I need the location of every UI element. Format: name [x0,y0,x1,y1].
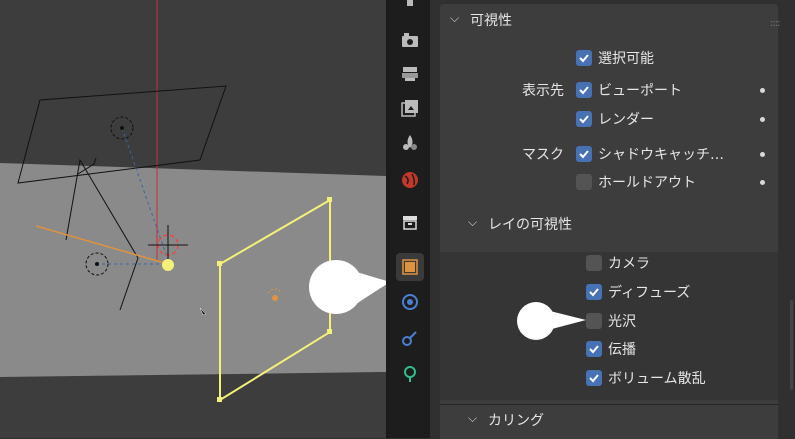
camera-label: カメラ [608,256,650,272]
panel-title: 可視性 [470,13,512,29]
chevron-down-icon: ⌵ [450,11,460,25]
viewport-label: ビューポート [598,83,682,99]
volume-scatter-checkbox[interactable] [586,370,602,386]
shadow-catcher-checkbox[interactable] [576,146,592,162]
ray-glossy-row[interactable]: 光沢 [586,311,636,331]
properties-editor: ⌵ 可視性 :::: 選択可能 表示先 ビューポート レンダー マスク シャドウ… [430,0,795,439]
view-layer-tab[interactable] [396,94,424,122]
transmission-label: 伝播 [608,342,636,358]
constraints-icon [404,366,416,382]
view-layer-icon [401,100,418,117]
camera-checkbox[interactable] [586,255,602,271]
chevron-down-icon: ⌵ [468,411,478,425]
ray-volume-scatter-row[interactable]: ボリューム散乱 [586,368,706,388]
3d-viewport[interactable] [0,0,386,438]
scene-icon [403,135,417,150]
holdout-checkbox[interactable] [576,174,592,190]
modifier-tab[interactable] [396,288,424,316]
render-checkbox[interactable] [576,111,592,127]
object-tab[interactable] [396,253,424,281]
visibility-panel-header[interactable]: ⌵ 可視性 :::: [440,4,781,34]
viewport-scene [0,0,386,438]
render-tab[interactable] [396,26,424,54]
selectable-label: 選択可能 [598,51,654,67]
viewport-checkbox-row[interactable]: ビューポート [576,80,682,100]
ray-diffuse-row[interactable]: ディフューズ [586,282,690,302]
keyframe-dot-icon[interactable] [760,88,765,93]
render-icon [402,33,418,47]
physics-tab[interactable] [396,324,424,352]
world-icon [402,172,418,188]
drag-handle-icon[interactable]: :::: [770,18,781,29]
scene-tab[interactable] [396,128,424,156]
shadow-catcher-label: シャドウキャッチ… [598,147,724,163]
culling-panel-header[interactable]: ⌵ カリング [440,404,778,439]
ray-visibility-header[interactable]: ⌵ レイの可視性 [440,210,778,240]
collection-icon [403,216,417,230]
render-label: レンダー [598,112,654,128]
output-tab[interactable] [396,60,424,88]
scrollbar[interactable] [790,300,793,390]
object-icon [402,259,418,275]
ray-transmission-row[interactable]: 伝播 [586,339,636,359]
tool-tab[interactable] [396,0,424,16]
collection-tab[interactable] [396,208,424,236]
callout-marker [517,302,586,340]
show-in-label: 表示先 [522,83,564,99]
keyframe-dot-icon[interactable] [760,117,765,122]
physics-icon [402,331,417,346]
output-icon [402,67,418,81]
holdout-checkbox-row[interactable]: ホールドアウト [576,172,696,192]
subpanel-title: レイの可視性 [488,217,572,233]
constraints-tab[interactable] [396,360,424,388]
keyframe-dot-icon[interactable] [760,180,765,185]
viewport-checkbox[interactable] [576,82,592,98]
ray-camera-row[interactable]: カメラ [586,253,650,273]
selectable-checkbox[interactable] [576,50,592,66]
mask-label: マスク [522,147,564,163]
modifier-icon [402,294,418,310]
volume-scatter-label: ボリューム散乱 [608,371,706,387]
culling-title: カリング [488,413,544,429]
diffuse-label: ディフューズ [608,285,691,301]
properties-tabs [390,0,430,438]
world-tab[interactable] [396,166,424,194]
render-checkbox-row[interactable]: レンダー [576,109,654,129]
chevron-down-icon: ⌵ [468,215,478,229]
holdout-label: ホールドアウト [598,175,696,191]
selectable-checkbox-row[interactable]: 選択可能 [576,48,654,68]
tool-icon [407,0,413,6]
keyframe-dot-icon[interactable] [760,152,765,157]
glossy-label: 光沢 [608,314,636,330]
shadow-catcher-checkbox-row[interactable]: シャドウキャッチ… [576,144,724,164]
